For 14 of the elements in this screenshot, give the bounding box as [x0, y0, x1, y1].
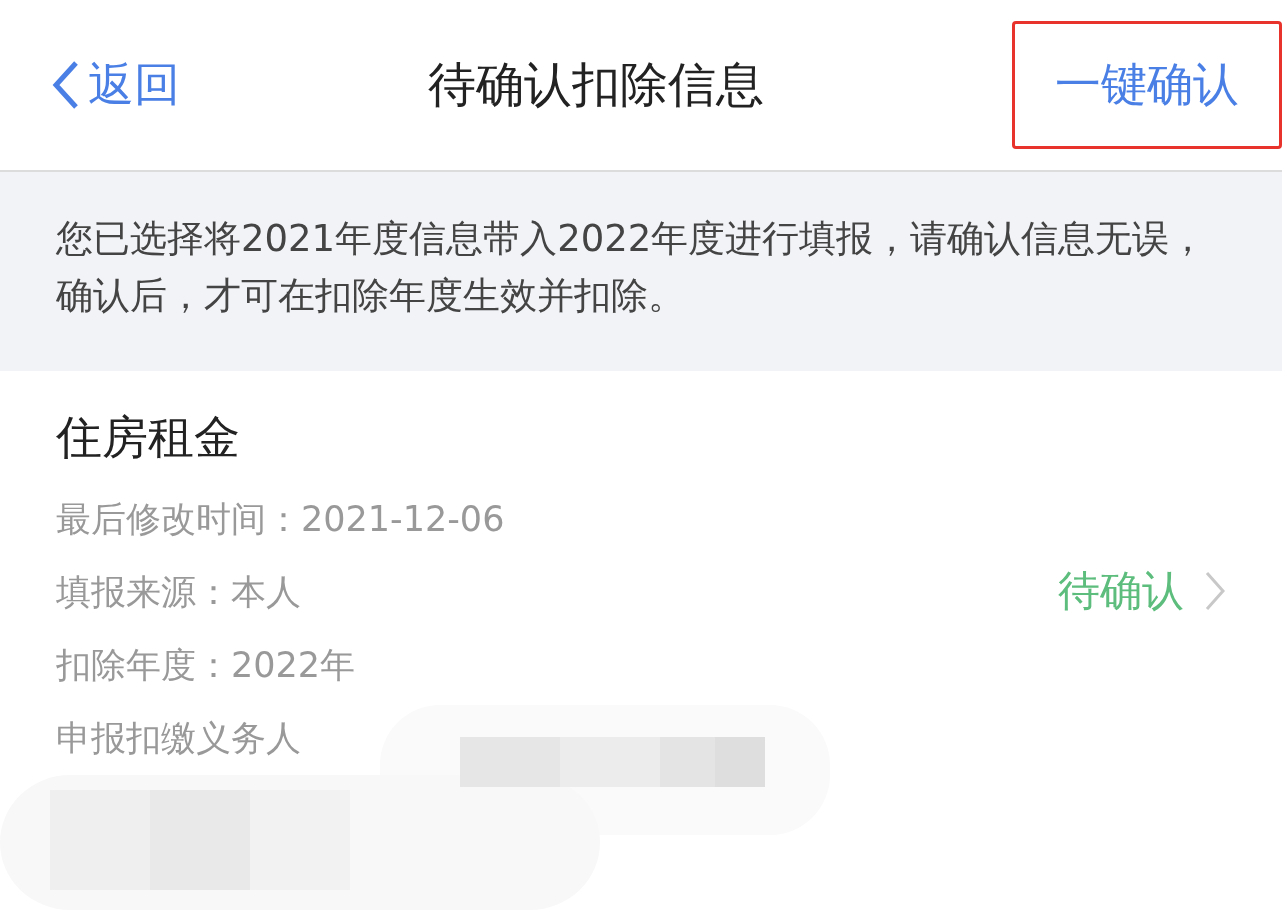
chevron-right-icon: [1204, 569, 1226, 612]
record-detail: 最后修改时间：2021-12-06: [56, 497, 505, 541]
page-title: 待确认扣除信息: [428, 55, 764, 114]
back-button[interactable]: 返回: [52, 54, 180, 116]
status-label: 待确认: [1058, 564, 1184, 617]
back-label: 返回: [88, 56, 180, 113]
chevron-left-icon: [52, 60, 80, 110]
record-detail: 填报来源：本人: [56, 570, 302, 614]
notice-text: 您已选择将2021年度信息带入2022年度进行填报，请确认信息无误，确认后，才可在扣除年度生效并扣除。: [0, 172, 1282, 371]
status-link[interactable]: 待确认: [1058, 562, 1226, 619]
confirm-all-button[interactable]: 一键确认: [1012, 21, 1282, 149]
record-detail: 扣除年度：2022年: [56, 643, 357, 687]
record-detail: 申报扣缴义务人: [56, 716, 302, 760]
record-title: 住房租金: [56, 408, 241, 466]
